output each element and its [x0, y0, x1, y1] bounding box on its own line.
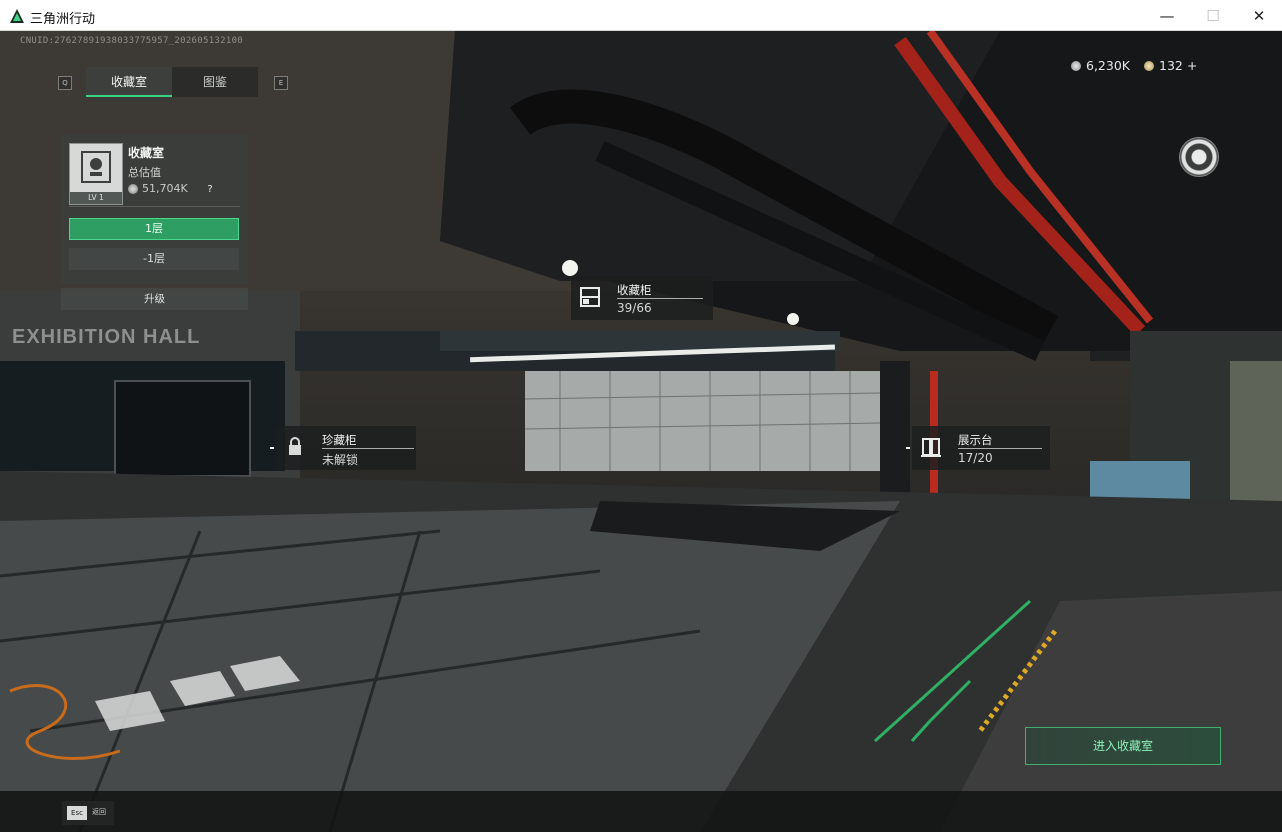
player-uid: CNUID:27627891938033775957_202605132100	[20, 36, 244, 46]
marker-divider	[958, 448, 1042, 449]
cabinet-icon	[580, 287, 600, 307]
gold-coin-icon	[1144, 60, 1154, 71]
window-titlebar: 三角洲行动 — ☐ ✕	[0, 0, 1282, 31]
upgrade-button[interactable]: 升级	[61, 288, 248, 310]
close-button[interactable]: ✕	[1236, 0, 1282, 31]
marker-treasure-status: 未解锁	[322, 453, 359, 467]
marker-display-name: 展示台	[958, 433, 993, 447]
lock-icon	[289, 437, 301, 455]
collection-subtitle: 总估值	[128, 166, 161, 179]
floor-1-button[interactable]: 1层	[69, 218, 239, 240]
minimize-button[interactable]: —	[1144, 0, 1190, 31]
back-label: 返回	[92, 808, 106, 816]
marker-tick	[906, 447, 910, 449]
silver-coin-icon	[128, 183, 138, 194]
app-logo-icon	[10, 9, 24, 23]
exhibition-hall-sign: EXHIBITION HALL	[12, 326, 200, 348]
trophy-icon	[81, 151, 111, 183]
esc-key-icon: Esc	[67, 806, 87, 820]
tab-collection-room[interactable]: 收藏室	[86, 67, 172, 97]
silver-coin-icon	[1071, 60, 1081, 71]
collection-emblem: LV 1	[69, 143, 123, 205]
marker-cabinet-count: 39/66	[617, 301, 652, 315]
back-button[interactable]: Esc 返回	[62, 801, 114, 825]
tab-codex[interactable]: 图鉴	[172, 67, 258, 97]
key-hint-e: E	[274, 76, 288, 90]
card-divider	[69, 206, 240, 207]
marker-collection-cabinet[interactable]: 收藏柜 39/66	[571, 276, 713, 320]
currency-gold[interactable]: 132 +	[1144, 58, 1197, 73]
marker-divider	[617, 298, 703, 299]
help-icon[interactable]: ?	[204, 184, 216, 196]
collection-value: 51,704K	[128, 182, 188, 195]
collection-tabbar: Q 收藏室 图鉴 E	[58, 67, 288, 97]
currency-gold-value: 132 +	[1159, 58, 1198, 73]
display-stand-icon	[921, 438, 941, 457]
currency-silver-value: 6,230K	[1086, 58, 1130, 73]
maximize-button[interactable]: ☐	[1190, 0, 1236, 31]
currency-silver: 6,230K	[1071, 58, 1130, 73]
collection-title: 收藏室	[128, 146, 165, 160]
key-hint-q: Q	[58, 76, 72, 90]
floor-minus1-button[interactable]: -1层	[69, 248, 239, 270]
collection-level: LV 1	[70, 192, 122, 204]
marker-tick	[270, 447, 274, 449]
marker-cabinet-name: 收藏柜	[617, 283, 652, 297]
marker-display-stand[interactable]: 展示台 17/20	[906, 426, 1050, 470]
marker-display-count: 17/20	[958, 451, 993, 465]
marker-divider	[322, 448, 414, 449]
collection-value-text: 51,704K	[142, 182, 188, 195]
collection-summary-card: LV 1 收藏室 总估值 51,704K ? 1层 -1层	[61, 134, 248, 284]
disc-settings-button[interactable]	[1180, 138, 1218, 176]
enter-collection-room-button[interactable]: 进入收藏室	[1025, 727, 1221, 765]
marker-treasure-name: 珍藏柜	[322, 433, 357, 447]
window-title: 三角洲行动	[30, 12, 96, 27]
marker-treasure-cabinet[interactable]: 珍藏柜 未解锁	[270, 426, 416, 470]
